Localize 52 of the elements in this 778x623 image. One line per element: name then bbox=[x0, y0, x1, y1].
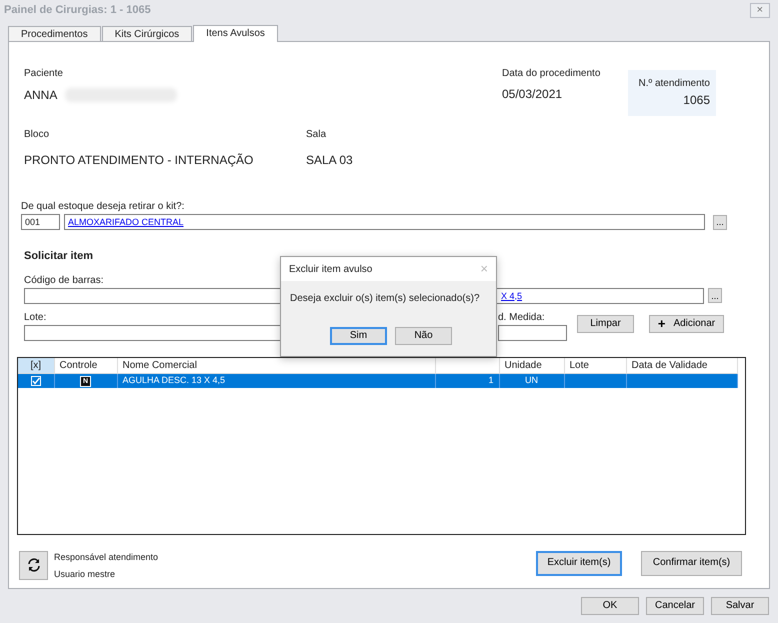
table-cell: 1 bbox=[435, 373, 499, 388]
column-header[interactable]: [x] bbox=[18, 358, 54, 373]
refresh-icon bbox=[26, 557, 42, 573]
close-button[interactable]: × bbox=[750, 2, 770, 18]
footer-button[interactable]: OK bbox=[581, 597, 639, 615]
unit-field[interactable] bbox=[498, 324, 567, 340]
field-label: Sala bbox=[306, 128, 328, 142]
code-field[interactable]: 001 bbox=[21, 214, 60, 230]
add-button[interactable]: + Adicionar bbox=[649, 314, 724, 332]
column-header[interactable]: Data de Validade bbox=[626, 358, 737, 373]
plus-icon: + bbox=[658, 316, 666, 330]
field-label: Paciente bbox=[24, 67, 64, 81]
field-value: Usuario mestre bbox=[54, 568, 116, 581]
dialog-button[interactable]: Sim bbox=[330, 327, 387, 345]
column-header[interactable]: Unidade bbox=[499, 358, 564, 373]
field-value: PRONTO ATENDIMENTO - INTERNAÇÃO bbox=[24, 152, 254, 169]
field-label: d. Medida: bbox=[498, 310, 546, 324]
tab[interactable]: Kits Cirúrgicos bbox=[102, 26, 192, 41]
stock-field[interactable]: ALMOXARIFADO CENTRAL bbox=[64, 214, 705, 230]
action-button[interactable]: Excluir item(s) bbox=[536, 550, 622, 576]
field-label: Data do procedimento bbox=[502, 67, 602, 81]
section-title: Solicitar item bbox=[24, 249, 94, 264]
product-link[interactable]: X 4,5 bbox=[501, 290, 522, 300]
field-value: ANNA bbox=[24, 87, 58, 104]
checkbox[interactable] bbox=[30, 376, 41, 386]
window-title: Painel de Cirurgias: 1 - 1065 bbox=[4, 2, 151, 18]
field-label: N.º atendimento bbox=[638, 77, 710, 91]
field-label: De qual estoque deseja retirar o kit?: bbox=[21, 200, 186, 214]
column-header[interactable]: Controle bbox=[54, 358, 117, 373]
footer-button[interactable]: Salvar bbox=[711, 597, 769, 615]
tab[interactable]: Itens Avulsos bbox=[193, 25, 278, 42]
refresh-button[interactable] bbox=[19, 550, 48, 580]
field-label: Lote: bbox=[24, 310, 48, 324]
browse-button[interactable]: ... bbox=[713, 214, 727, 230]
field-value: 1065 bbox=[682, 92, 710, 109]
table-cell: UN bbox=[499, 373, 564, 388]
dialog-button[interactable]: Não bbox=[395, 327, 452, 345]
field-label: Bloco bbox=[24, 128, 50, 142]
dialog-title: Excluir item avulso bbox=[289, 262, 372, 276]
clear-button[interactable]: Limpar bbox=[577, 314, 634, 332]
tab[interactable]: Procedimentos bbox=[8, 26, 101, 41]
column-header[interactable]: Nome Comercial bbox=[117, 358, 435, 373]
field-label: Responsável atendimento bbox=[54, 550, 160, 564]
field-value: SALA 03 bbox=[306, 152, 353, 169]
stock-link[interactable]: ALMOXARIFADO CENTRAL bbox=[68, 217, 184, 227]
footer-button[interactable]: Cancelar bbox=[646, 597, 704, 615]
column-header[interactable]: Lote bbox=[564, 358, 626, 373]
field-label: Código de barras: bbox=[24, 274, 104, 288]
table-cell: AGULHA DESC. 13 X 4,5 bbox=[117, 373, 435, 388]
field-value: 05/03/2021 bbox=[502, 86, 564, 103]
action-button[interactable]: Confirmar item(s) bbox=[641, 550, 742, 576]
browse-button[interactable]: ... bbox=[708, 288, 722, 303]
